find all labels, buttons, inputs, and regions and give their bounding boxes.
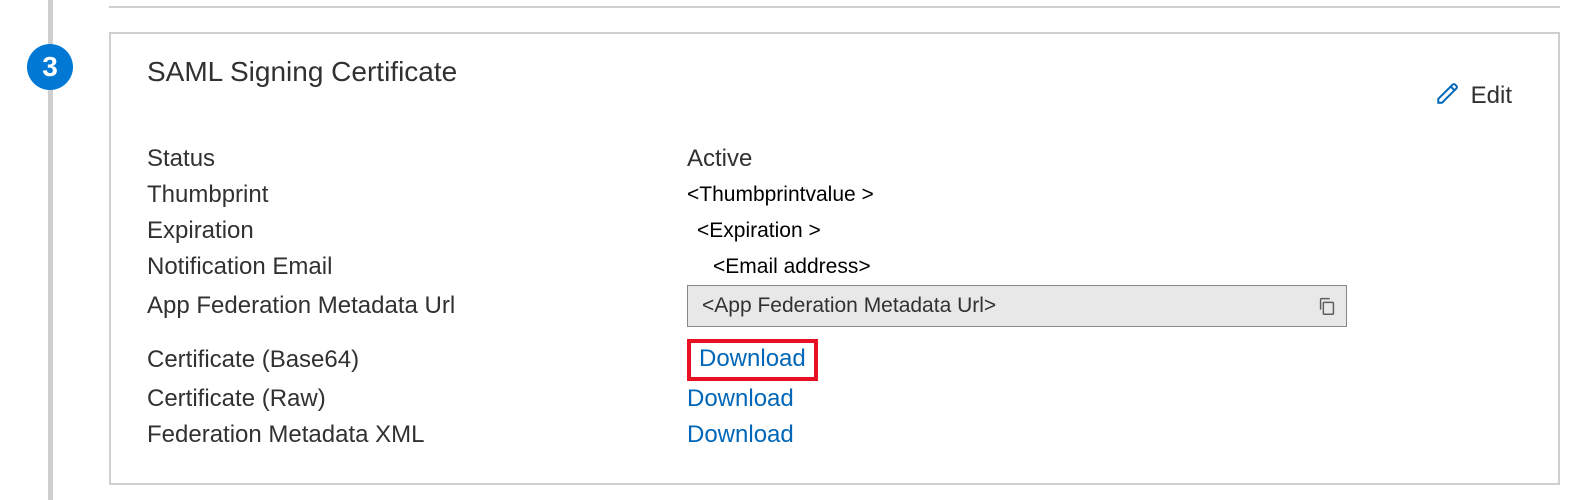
spacer bbox=[147, 327, 1522, 339]
cert-raw-label: Certificate (Raw) bbox=[147, 385, 687, 413]
highlight-cert-base64: Download bbox=[687, 339, 818, 381]
row-thumbprint: Thumbprint <Thumbprintvalue > bbox=[147, 177, 1522, 213]
step-number: 3 bbox=[42, 51, 58, 83]
notification-email-label: Notification Email bbox=[147, 253, 687, 281]
fed-xml-label: Federation Metadata XML bbox=[147, 421, 687, 449]
app-fed-url-label: App Federation Metadata Url bbox=[147, 292, 687, 320]
status-value: Active bbox=[687, 145, 1522, 173]
thumbprint-value: <Thumbprintvalue > bbox=[687, 183, 1522, 207]
download-fed-xml-link[interactable]: Download bbox=[687, 421, 794, 449]
row-notification-email: Notification Email <Email address> bbox=[147, 249, 1522, 285]
card-title: SAML Signing Certificate bbox=[147, 56, 457, 88]
thumbprint-label: Thumbprint bbox=[147, 181, 687, 209]
pencil-icon bbox=[1435, 80, 1461, 111]
status-label: Status bbox=[147, 145, 687, 173]
row-cert-raw: Certificate (Raw) Download bbox=[147, 381, 1522, 417]
app-fed-url-field[interactable]: <App Federation Metadata Url> bbox=[687, 285, 1347, 327]
cert-base64-label: Certificate (Base64) bbox=[147, 346, 687, 374]
copy-icon[interactable] bbox=[1316, 295, 1338, 317]
notification-email-value: <Email address> bbox=[687, 255, 1522, 279]
field-rows: Status Active Thumbprint <Thumbprintvalu… bbox=[147, 141, 1522, 453]
card-header: SAML Signing Certificate Edit bbox=[147, 56, 1522, 111]
row-cert-base64: Certificate (Base64) Download bbox=[147, 339, 1522, 381]
row-status: Status Active bbox=[147, 141, 1522, 177]
row-expiration: Expiration <Expiration > bbox=[147, 213, 1522, 249]
saml-signing-certificate-card: SAML Signing Certificate Edit Status Act… bbox=[109, 32, 1560, 485]
download-cert-base64-link[interactable]: Download bbox=[699, 345, 806, 373]
edit-button[interactable]: Edit bbox=[1435, 80, 1512, 111]
step-number-badge: 3 bbox=[27, 44, 73, 90]
download-cert-raw-link[interactable]: Download bbox=[687, 385, 794, 413]
expiration-label: Expiration bbox=[147, 217, 687, 245]
prev-card-bottom-border bbox=[109, 0, 1560, 8]
edit-label: Edit bbox=[1471, 82, 1512, 110]
row-app-fed-url: App Federation Metadata Url <App Federat… bbox=[147, 285, 1522, 327]
app-fed-url-value: <App Federation Metadata Url> bbox=[702, 294, 1316, 318]
row-fed-xml: Federation Metadata XML Download bbox=[147, 417, 1522, 453]
expiration-value: <Expiration > bbox=[687, 219, 1522, 243]
saml-config-page: 3 SAML Signing Certificate Edit Status A… bbox=[0, 0, 1580, 500]
